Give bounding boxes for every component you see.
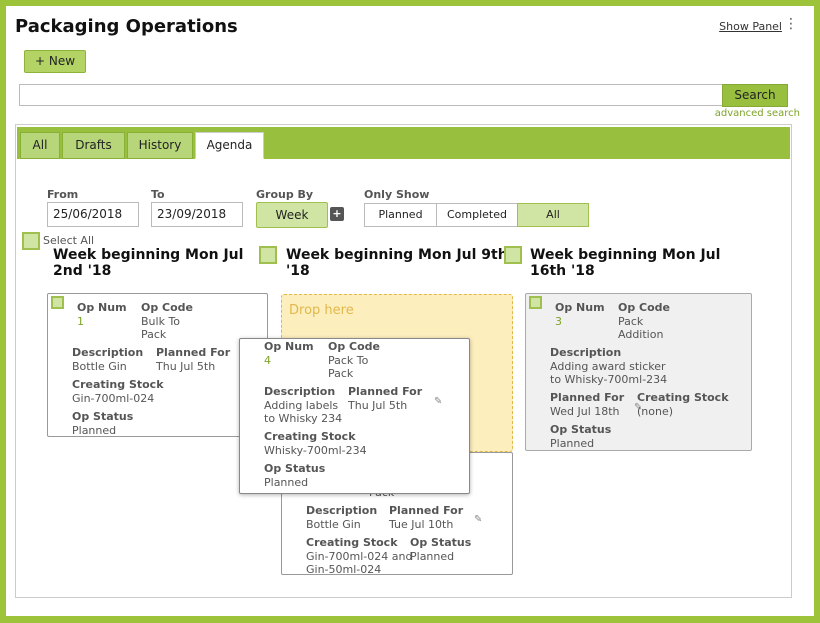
description-value: Bottle Gin (72, 360, 127, 373)
description-label: Description (550, 346, 622, 359)
select-all-checkbox[interactable] (22, 232, 40, 250)
tab-history[interactable]: History (127, 132, 193, 159)
op-card-3-checkbox[interactable] (529, 296, 542, 309)
op-num-value[interactable]: 3 (555, 315, 562, 328)
planned-for-label: Planned For (389, 504, 464, 517)
planned-for-value: Thu Jul 5th (348, 399, 408, 412)
creating-stock-value: (none) (637, 405, 674, 418)
op-num-value[interactable]: 4 (264, 354, 271, 367)
creating-stock-value: Gin-700ml-024 (72, 392, 155, 405)
op-status-label: Op Status (550, 423, 612, 436)
description-label: Description (264, 385, 336, 398)
planned-for-label: Planned For (348, 385, 423, 398)
planned-for-label: Planned For (550, 391, 625, 404)
tab-all[interactable]: All (20, 132, 60, 159)
creating-stock-value: Whisky-700ml-234 (264, 444, 367, 457)
to-label: To (151, 188, 165, 201)
creating-stock-label: Creating Stock (637, 391, 729, 404)
drop-here-text: Drop here (289, 303, 354, 318)
op-num-value[interactable]: 1 (77, 315, 84, 328)
description-value: Adding award sticker to Whisky-700ml-234 (550, 360, 668, 386)
edit-pencil-icon[interactable]: ✎ (434, 396, 442, 407)
op-status-value: Planned (72, 424, 117, 437)
op-code-value: Pack To Pack (328, 354, 369, 380)
op-code-label: Op Code (328, 340, 381, 353)
op-num-label: Op Num (264, 340, 314, 353)
op-card-1-checkbox[interactable] (51, 296, 64, 309)
select-all-label: Select All (43, 234, 95, 247)
group-by-week-button[interactable]: Week (256, 202, 328, 228)
week-2-checkbox[interactable] (259, 246, 277, 264)
op-code-label: Op Code (141, 301, 194, 314)
search-input[interactable] (19, 84, 723, 106)
op-status-value: Planned (550, 437, 595, 450)
planned-for-value: Wed Jul 18th (550, 405, 620, 418)
description-label: Description (72, 346, 144, 359)
edit-pencil-icon[interactable]: ✎ (474, 514, 482, 525)
page-title: Packaging Operations (15, 16, 238, 37)
description-value: Bottle Gin (306, 518, 361, 531)
show-panel-link[interactable]: Show Panel (719, 20, 782, 33)
op-status-label: Op Status (72, 410, 134, 423)
from-label: From (47, 188, 79, 201)
filter-all[interactable]: All (517, 203, 589, 227)
op-num-label: Op Num (77, 301, 127, 314)
op-code-value: Bulk To Pack (141, 315, 181, 341)
add-group-icon[interactable]: + (330, 207, 344, 221)
filter-completed[interactable]: Completed (436, 203, 518, 227)
only-show-label: Only Show (364, 188, 430, 201)
week-header-2: Week beginning Mon Jul 9th '18 (286, 247, 508, 279)
planned-for-value: Thu Jul 5th (156, 360, 216, 373)
planned-for-label: Planned For (156, 346, 231, 359)
creating-stock-label: Creating Stock (72, 378, 164, 391)
filter-planned[interactable]: Planned (364, 203, 437, 227)
search-button[interactable]: Search (722, 84, 788, 107)
week-3-checkbox[interactable] (504, 246, 522, 264)
op-status-label: Op Status (410, 536, 472, 549)
op-status-value: Planned (264, 476, 309, 489)
advanced-search-link[interactable]: advanced search (715, 108, 800, 119)
tab-agenda[interactable]: Agenda (195, 132, 264, 159)
kebab-menu-icon[interactable]: ⋮ (784, 17, 798, 31)
tab-drafts[interactable]: Drafts (62, 132, 125, 159)
to-date-input[interactable]: 23/09/2018 (151, 202, 243, 227)
week-header-1: Week beginning Mon Jul 2nd '18 (53, 247, 244, 279)
creating-stock-label: Creating Stock (264, 430, 356, 443)
description-value: Adding labels to Whisky 234 (264, 399, 343, 425)
creating-stock-label: Creating Stock (306, 536, 398, 549)
planned-for-value: Tue Jul 10th (389, 518, 454, 531)
group-by-label: Group By (256, 188, 314, 201)
creating-stock-value: Gin-700ml-024 and Gin-50ml-024 (306, 550, 413, 576)
op-status-label: Op Status (264, 462, 326, 475)
description-label: Description (306, 504, 378, 517)
op-code-label: Op Code (618, 301, 671, 314)
week-header-3: Week beginning Mon Jul 16th '18 (530, 247, 721, 279)
op-code-value: Pack Addition (618, 315, 664, 341)
op-status-value: Planned (410, 550, 455, 563)
op-num-label: Op Num (555, 301, 605, 314)
from-date-input[interactable]: 25/06/2018 (47, 202, 139, 227)
new-button[interactable]: + New (24, 50, 86, 73)
